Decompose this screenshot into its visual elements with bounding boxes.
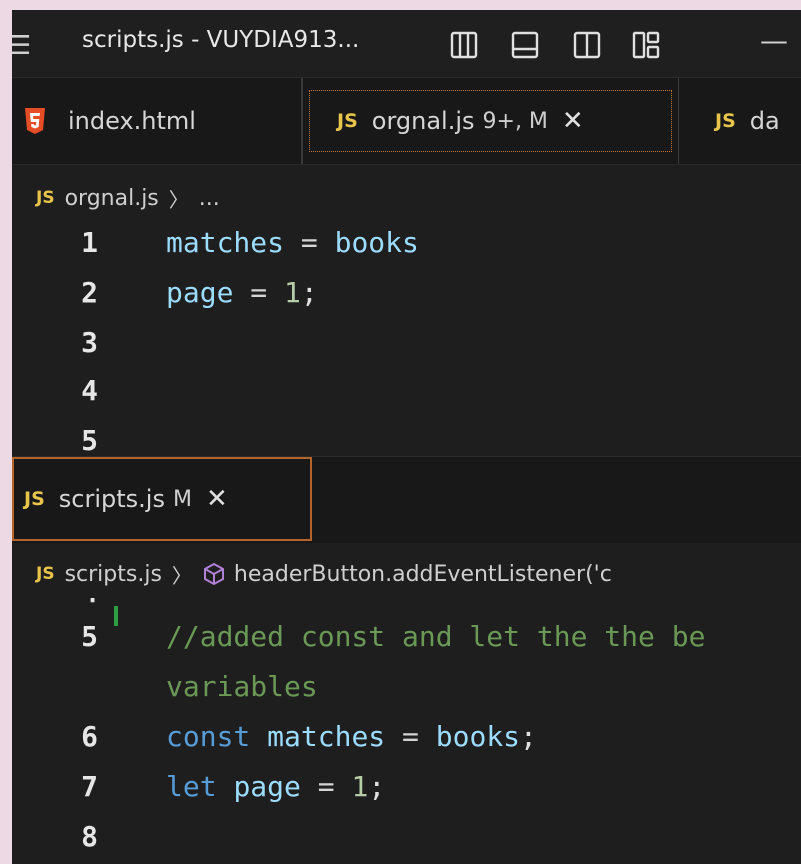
js-icon: JS [715,110,736,132]
editor-top[interactable]: 1 matches = books 2 page = 1; 3 4 5 [12,222,801,456]
code-line: 4 [12,374,801,422]
vscode-window: ☰ scripts.js - VUYDIA913... — index.html… [12,10,801,864]
code-text: page = 1; [166,276,318,309]
line-number: 5 [81,620,98,653]
code-line: 1 matches = books [12,226,801,274]
customize-layout-icon[interactable] [631,30,661,60]
js-icon: JS [36,564,55,584]
js-icon: JS [24,488,45,510]
tab-index-html[interactable]: index.html [12,78,302,164]
line-number: 8 [81,820,98,853]
chevron-right-icon: 〉 [171,563,192,588]
code-text: matches = books [166,226,419,259]
line-number: 4 [12,598,98,609]
code-line: 6 const matches = books; [12,720,801,768]
close-tab-icon[interactable]: ✕ [206,484,228,514]
active-tab-focus-outline [309,90,672,152]
line-number: 7 [81,770,98,803]
code-line: 5 [12,424,801,456]
line-number: 2 [81,276,98,309]
line-number: 3 [81,326,98,359]
tab-label: da [749,107,780,135]
code-line: 7 let page = 1; [12,770,801,818]
code-text: let page = 1; [166,770,386,803]
tab-scripts-js[interactable]: JS scripts.js M ✕ [12,457,312,541]
line-number: 6 [81,720,98,753]
js-icon: JS [36,188,55,208]
cube-icon [202,562,226,586]
code-line: 5 //added const and let the the be [12,620,801,668]
tab-label: index.html [68,107,196,135]
code-line: 2 page = 1; [12,276,801,324]
tab-da[interactable]: JS da [679,78,801,164]
breadcrumb: JS orgnal.js 〉 ... [12,174,801,222]
breadcrumb-more[interactable]: ... [199,186,220,211]
title-bar: ☰ scripts.js - VUYDIA913... — [12,10,801,77]
minimize-button[interactable]: — [760,24,788,57]
code-text: //added const and let the the be [166,620,706,653]
tab-label: scripts.js [58,485,165,513]
breadcrumb-file[interactable]: scripts.js [65,562,162,587]
code-text: const matches = books; [166,720,537,753]
editor-tab-bar: index.html JS orgnal.js 9+, M ✕ JS da [12,77,801,165]
html5-icon [24,108,46,134]
code-line: 3 [12,326,801,374]
code-line: 8 [12,820,801,864]
toggle-primary-sidebar-icon[interactable] [449,30,479,60]
toggle-panel-icon[interactable] [510,30,540,60]
line-number: 5 [81,424,98,456]
git-change-marker [114,606,118,626]
code-line: variables [12,670,801,718]
breadcrumb: JS scripts.js 〉 headerButton.addEventLis… [12,550,801,598]
breadcrumb-symbol[interactable]: headerButton.addEventListener('c [234,562,612,587]
toggle-secondary-sidebar-icon[interactable] [572,30,602,60]
window-title: scripts.js - VUYDIA913... [82,27,360,53]
menu-icon[interactable]: ☰ [12,31,31,61]
breadcrumb-file[interactable]: orgnal.js [65,186,159,211]
line-number: 4 [81,374,98,407]
code-text: variables [166,670,318,703]
editor-tab-bar-bottom: JS scripts.js M ✕ [12,456,801,543]
tab-orgnal-js[interactable]: JS orgnal.js 9+, M ✕ [302,78,679,164]
line-number: 1 [81,226,98,259]
chevron-right-icon: 〉 [168,187,189,212]
tab-status-badge: M [172,486,192,512]
editor-bottom[interactable]: 4 5 //added const and let the the be var… [12,598,801,864]
